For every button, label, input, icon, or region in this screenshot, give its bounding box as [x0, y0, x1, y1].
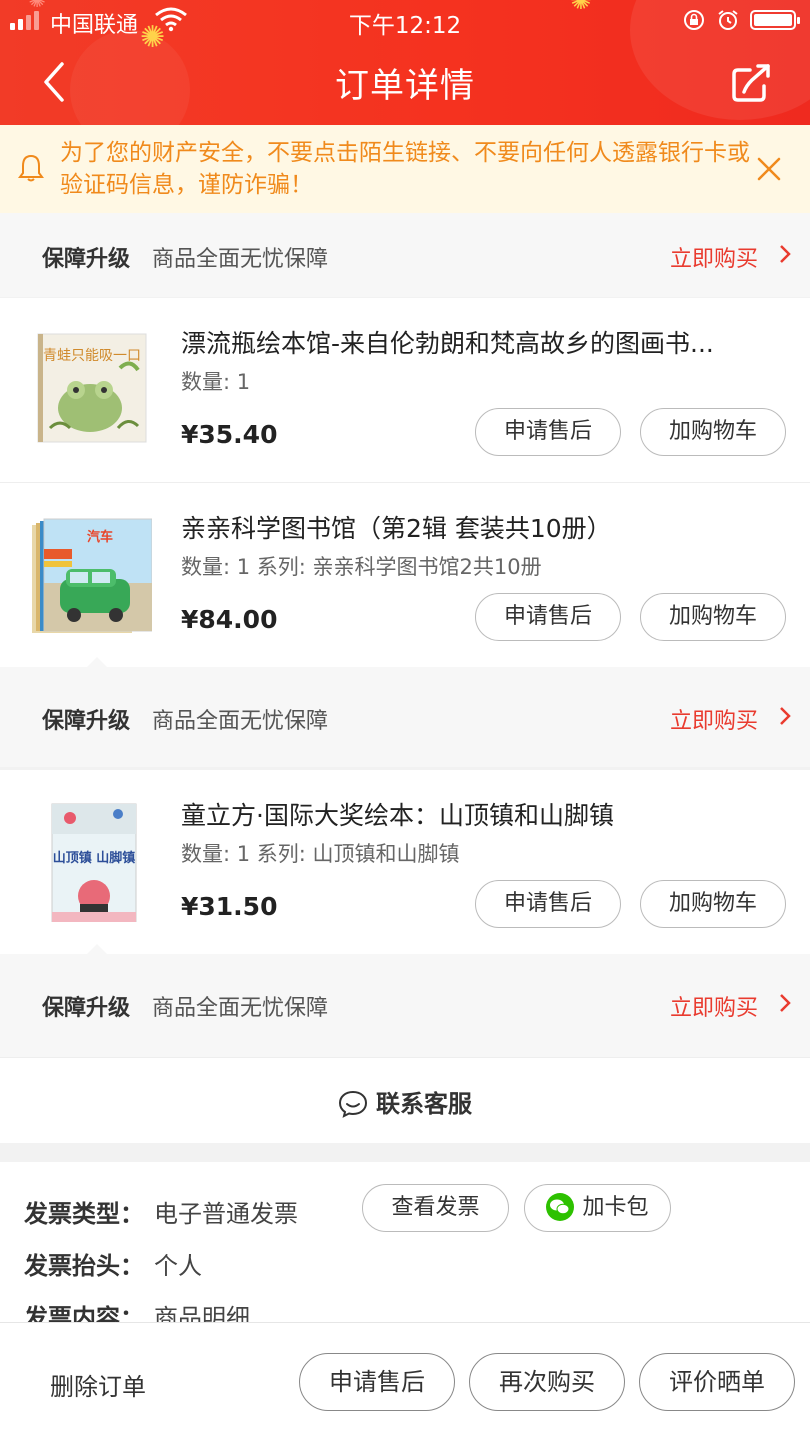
notch-decoration: [86, 944, 108, 955]
add-to-cart-button[interactable]: 加购物车: [640, 880, 786, 928]
invoice-content-value: 商品明细: [154, 1304, 250, 1322]
delete-order-button[interactable]: 删除订单: [50, 1367, 146, 1402]
apply-after-sale-button[interactable]: 申请售后: [299, 1353, 455, 1411]
apply-after-sale-button[interactable]: 申请售后: [475, 593, 621, 641]
buy-now-link[interactable]: 立即购买: [670, 703, 758, 735]
header: ✺ ✺ ✺ 中国联通 下午12:12 订单详情: [0, 0, 810, 125]
invoice-header-row: 发票抬头： 个人: [24, 1246, 202, 1281]
buy-again-button[interactable]: 再次购买: [469, 1353, 625, 1411]
guarantee-desc: 商品全面无忧保障: [152, 247, 329, 272]
product-title[interactable]: 亲亲科学图书馆（第2辑 套装共10册）: [181, 509, 781, 545]
security-notice-text: 为了您的财产安全，不要点击陌生链接、不要向任何人透露银行卡或验证码信息，谨防诈骗…: [60, 140, 750, 198]
invoice-header-label: 发票抬头：: [24, 1252, 144, 1280]
product-item[interactable]: 山顶镇 山脚镇 童立方·国际大奖绘本：山顶镇和山脚镇 数量: 1 系列: 山顶镇…: [0, 770, 810, 954]
wechat-icon: [546, 1193, 575, 1221]
product-meta: 数量: 1: [181, 370, 251, 394]
cover-title-text: 青蛙只能吸一口: [43, 348, 141, 364]
chat-smile-icon: [338, 1090, 368, 1118]
guarantee-title: 保障升级: [42, 709, 131, 734]
guarantee-row[interactable]: 保障升级 商品全面无忧保障 立即购买: [0, 657, 810, 767]
product-meta: 数量: 1 系列: 亲亲科学图书馆2共10册: [181, 555, 542, 579]
close-notice-icon[interactable]: [756, 156, 782, 182]
product-title[interactable]: 童立方·国际大奖绘本：山顶镇和山脚镇: [181, 796, 781, 832]
product-price: ¥84.00: [181, 605, 278, 634]
add-to-cart-button[interactable]: 加购物车: [640, 408, 786, 456]
cover-title-text: 山顶镇 山脚镇: [53, 850, 136, 866]
battery-icon: [750, 10, 800, 30]
apply-after-sale-button[interactable]: 申请售后: [475, 408, 621, 456]
cover-title-text: 汽车: [87, 529, 113, 545]
add-to-card-wallet-button[interactable]: 加卡包: [524, 1184, 671, 1232]
product-cover-image: 汽车: [32, 518, 152, 633]
product-title[interactable]: 漂流瓶绘本馆-来自伦勃朗和梵高故乡的图画书...: [181, 324, 781, 360]
buy-now-link[interactable]: 立即购买: [670, 990, 758, 1022]
add-to-card-wallet-label: 加卡包: [582, 1195, 649, 1220]
page-title: 订单详情: [335, 66, 475, 106]
product-price: ¥35.40: [181, 420, 278, 449]
product-meta: 数量: 1 系列: 山顶镇和山脚镇: [181, 842, 460, 866]
product-cover-image: 青蛙只能吸一口: [37, 333, 147, 443]
buy-now-link[interactable]: 立即购买: [670, 241, 758, 273]
add-to-cart-button[interactable]: 加购物车: [640, 593, 786, 641]
status-bar: 中国联通 下午12:12: [0, 0, 810, 42]
guarantee-desc: 商品全面无忧保障: [152, 996, 329, 1021]
invoice-header-value: 个人: [154, 1252, 202, 1280]
product-item[interactable]: 汽车 亲亲科学图书馆（第2辑 套装共10册） 数量: 1 系列: 亲亲科学图书馆…: [0, 483, 810, 667]
share-icon[interactable]: [728, 60, 774, 106]
guarantee-desc: 商品全面无忧保障: [152, 709, 329, 734]
chevron-right-icon: [780, 245, 791, 263]
bottom-action-bar: 删除订单 申请售后 再次购买 评价晒单: [0, 1322, 810, 1440]
invoice-type-label: 发票类型：: [24, 1200, 144, 1228]
invoice-type-row: 发票类型： 电子普通发票: [24, 1194, 298, 1229]
product-price: ¥31.50: [181, 892, 278, 921]
view-invoice-button[interactable]: 查看发票: [362, 1184, 509, 1232]
product-cover-image: 山顶镇 山脚镇: [51, 803, 137, 922]
contact-service-label: 联系客服: [376, 1090, 472, 1118]
apply-after-sale-button[interactable]: 申请售后: [475, 880, 621, 928]
product-item[interactable]: 青蛙只能吸一口 漂流瓶绘本馆-来自伦勃朗和梵高故乡的图画书... 数量: 1 ¥…: [0, 298, 810, 482]
guarantee-row[interactable]: 保障升级 商品全面无忧保障 立即购买: [0, 213, 810, 297]
invoice-section: 发票类型： 电子普通发票 查看发票 加卡包 发票抬头： 个人 发票内容： 商品明细: [0, 1162, 810, 1322]
invoice-content-label: 发票内容：: [24, 1304, 144, 1322]
alarm-icon: [718, 10, 738, 30]
chevron-right-icon: [780, 994, 791, 1012]
security-notice: 为了您的财产安全，不要点击陌生链接、不要向任何人透露银行卡或验证码信息，谨防诈骗…: [0, 125, 810, 213]
guarantee-title: 保障升级: [42, 247, 131, 272]
chevron-right-icon: [780, 707, 791, 725]
contact-service-button[interactable]: 联系客服: [0, 1057, 810, 1143]
guarantee-row[interactable]: 保障升级 商品全面无忧保障 立即购买: [0, 944, 810, 1057]
notch-decoration: [86, 657, 108, 668]
invoice-content-row: 发票内容： 商品明细: [24, 1298, 250, 1322]
review-button[interactable]: 评价晒单: [639, 1353, 795, 1411]
bell-icon: [18, 154, 44, 182]
guarantee-title: 保障升级: [42, 996, 131, 1021]
invoice-type-value: 电子普通发票: [154, 1200, 298, 1228]
rotation-lock-icon: [684, 10, 704, 30]
